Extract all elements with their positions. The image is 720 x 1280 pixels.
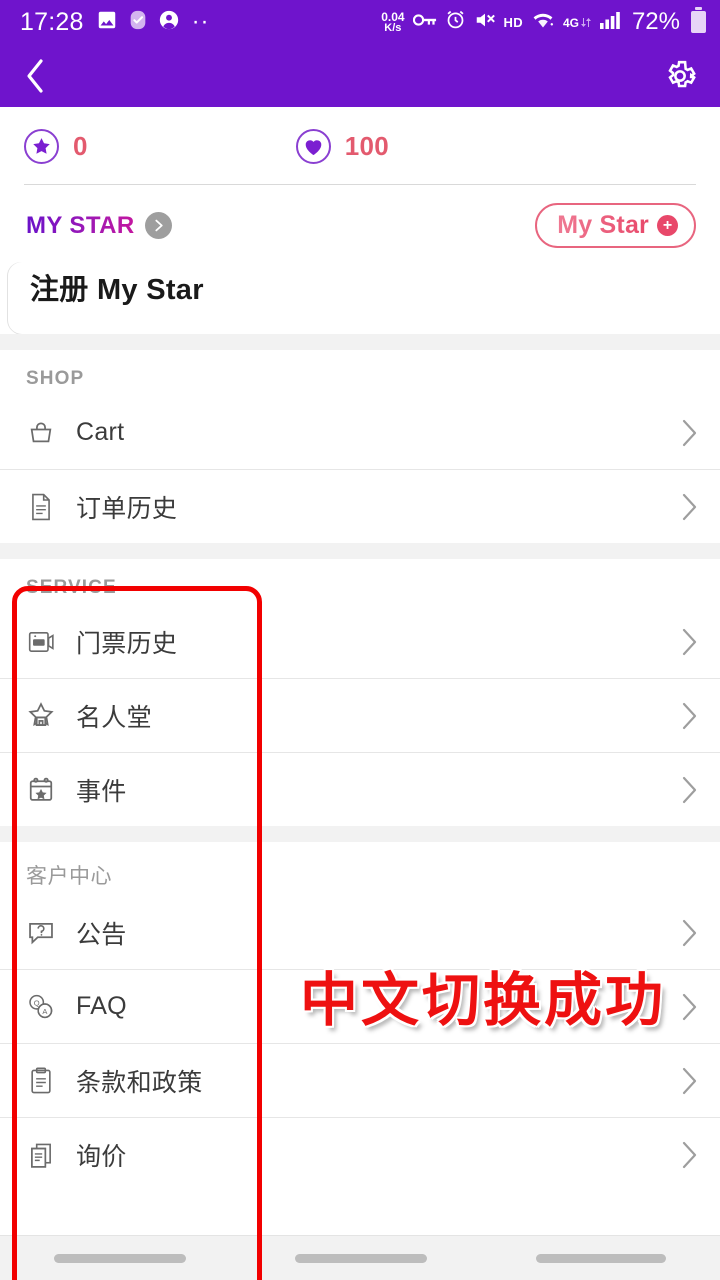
document-list-icon xyxy=(24,493,58,521)
section-title-customer-center: 客户中心 xyxy=(26,865,112,888)
settings-button[interactable] xyxy=(662,58,698,94)
battery-icon xyxy=(691,7,706,33)
my-star-title: MY STAR xyxy=(26,211,135,239)
my-star-button-label: My Star xyxy=(557,211,649,239)
clipboard-icon xyxy=(24,1066,58,1095)
menu-label-order-history: 订单历史 xyxy=(76,494,178,523)
chevron-left-icon xyxy=(27,58,43,93)
star-icon xyxy=(33,138,50,154)
my-star-row: MY STAR My Star + xyxy=(0,185,720,248)
section-title-service: SERVICE xyxy=(26,577,117,598)
section-shop: SHOP Cart 订单历史 xyxy=(0,350,720,543)
plus-circle-icon: + xyxy=(657,215,678,236)
section-gap-2 xyxy=(0,543,720,559)
live-ticket-icon xyxy=(24,629,58,655)
chevron-right-icon xyxy=(680,418,698,448)
status-bar-system-icons: 0.04 K/s HD 4G 72% xyxy=(381,7,706,36)
status-bar: 17:28 ·· 0.04 K/s HD 4G 72% xyxy=(0,0,720,44)
register-card[interactable]: 注册 My Star xyxy=(8,262,720,334)
section-gap-1 xyxy=(0,334,720,350)
menu-label-faq: FAQ xyxy=(76,992,127,1020)
chevron-right-icon xyxy=(680,627,698,657)
my-star-link[interactable]: MY STAR xyxy=(26,212,172,240)
my-star-register-button[interactable]: My Star + xyxy=(535,203,696,248)
mobile-network-indicator: 4G xyxy=(563,16,592,29)
alarm-icon xyxy=(445,9,466,35)
menu-item-events[interactable]: 事件 xyxy=(0,753,720,826)
register-title: 注册 My Star xyxy=(30,274,204,306)
chevron-right-icon xyxy=(680,918,698,948)
image-icon xyxy=(96,9,118,36)
chevron-right-icon xyxy=(680,492,698,522)
network-speed-unit: K/s xyxy=(384,21,402,34)
menu-label-ticket-history: 门票历史 xyxy=(76,629,178,658)
menu-label-cart: Cart xyxy=(76,418,125,446)
stats-row: 0 100 xyxy=(0,107,720,184)
account-icon xyxy=(158,9,180,36)
menu-item-ticket-history[interactable]: 门票历史 xyxy=(0,605,720,678)
heart-count: 100 xyxy=(344,131,390,161)
question-bubble-icon xyxy=(24,920,58,946)
star-count: 0 xyxy=(73,131,88,161)
menu-item-order-history[interactable]: 订单历史 xyxy=(0,470,720,543)
menu-item-terms-and-policies[interactable]: 条款和政策 xyxy=(0,1044,720,1117)
gear-icon xyxy=(668,60,696,87)
menu-label-terms-and-policies: 条款和政策 xyxy=(76,1068,203,1097)
svg-text:Q: Q xyxy=(34,998,40,1007)
wifi-icon xyxy=(531,10,555,35)
profile-scroll-area[interactable]: 0 100 MY STAR My Star + 注册 My Star SHOP … xyxy=(0,107,720,1280)
vpn-key-icon xyxy=(412,11,437,34)
heart-stat[interactable]: 100 xyxy=(295,129,390,164)
chevron-right-icon xyxy=(680,992,698,1022)
chevron-right-circle-icon[interactable] xyxy=(144,212,172,239)
star-house-icon xyxy=(24,701,58,730)
menu-label-inquiry: 询价 xyxy=(76,1142,127,1171)
menu-label-hall-of-fame: 名人堂 xyxy=(76,703,152,732)
network-speed-indicator: 0.04 K/s xyxy=(381,11,404,34)
section-gap-3 xyxy=(0,826,720,842)
menu-label-notice: 公告 xyxy=(76,920,127,949)
status-bar-notification-icons: ·· xyxy=(96,9,210,36)
network-speed-value: 0.04 xyxy=(381,9,405,24)
menu-item-hall-of-fame[interactable]: 名人堂 xyxy=(0,679,720,752)
heart-badge xyxy=(295,129,331,164)
star-badge xyxy=(24,129,59,164)
battery-percent-label: 72% xyxy=(631,8,680,35)
heart-icon xyxy=(305,140,322,156)
task-check-icon xyxy=(127,9,149,36)
svg-text:A: A xyxy=(42,1006,47,1015)
chevron-right-icon xyxy=(680,701,698,731)
chevron-right-icon xyxy=(680,1066,698,1096)
back-button[interactable] xyxy=(22,56,48,96)
recents-pill[interactable] xyxy=(54,1253,187,1263)
calendar-star-icon xyxy=(24,776,58,804)
chevron-right-icon xyxy=(680,775,698,805)
menu-label-events: 事件 xyxy=(76,777,127,806)
more-dots-icon: ·· xyxy=(191,8,210,36)
hd-label: HD xyxy=(503,14,523,30)
app-bar xyxy=(0,44,720,107)
shopping-bag-icon xyxy=(24,419,58,447)
mobile-network-label: 4G xyxy=(562,15,579,30)
chevron-right-icon xyxy=(680,1140,698,1170)
menu-item-faq[interactable]: Q A FAQ xyxy=(0,970,720,1043)
star-stat[interactable]: 0 xyxy=(24,129,88,164)
status-bar-clock: 17:28 xyxy=(20,7,84,36)
menu-item-notice[interactable]: 公告 xyxy=(0,896,720,969)
mute-icon xyxy=(474,9,496,36)
menu-item-cart[interactable]: Cart xyxy=(0,396,720,469)
documents-stack-icon xyxy=(24,1141,58,1169)
section-service: SERVICE 门票历史 名人堂 事件 xyxy=(0,559,720,826)
back-pill[interactable] xyxy=(535,1253,666,1263)
home-pill[interactable] xyxy=(294,1253,427,1263)
section-customer-center: 客户中心 公告 Q A FAQ 条款和政策 询价 xyxy=(0,842,720,1191)
signal-bars-icon xyxy=(599,11,622,34)
qa-bubbles-icon: Q A xyxy=(24,993,58,1021)
system-navigation-bar xyxy=(0,1235,720,1280)
section-title-shop: SHOP xyxy=(26,368,85,389)
menu-item-inquiry[interactable]: 询价 xyxy=(0,1118,720,1191)
